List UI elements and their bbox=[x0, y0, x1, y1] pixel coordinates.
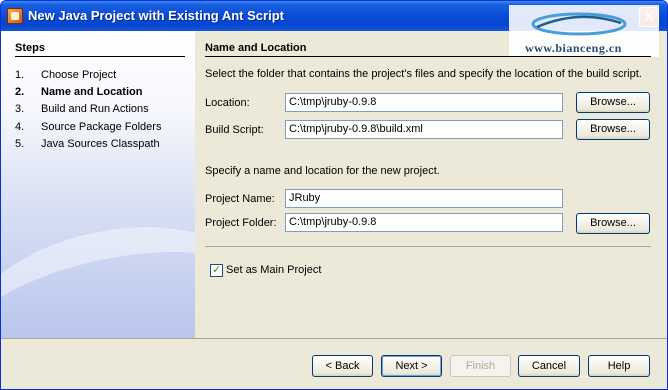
project-folder-label: Project Folder: bbox=[205, 217, 277, 229]
steps-heading: Steps bbox=[15, 42, 45, 54]
step-label: Java Sources Classpath bbox=[41, 138, 160, 150]
project-folder-browse-button[interactable]: Browse... bbox=[576, 213, 650, 234]
step-number: 2. bbox=[15, 86, 25, 98]
step-number: 1. bbox=[15, 69, 25, 81]
build-script-browse-button[interactable]: Browse... bbox=[576, 119, 650, 140]
project-name-field[interactable]: JRuby bbox=[285, 189, 563, 208]
java-cup-icon bbox=[7, 8, 23, 24]
step-label: Build and Run Actions bbox=[41, 103, 149, 115]
project-description-text: Specify a name and location for the new … bbox=[205, 165, 440, 177]
project-folder-field[interactable]: C:\tmp\jruby-0.9.8 bbox=[285, 213, 563, 232]
main-project-checkbox[interactable] bbox=[210, 263, 223, 277]
finish-button[interactable]: Finish bbox=[450, 355, 511, 377]
location-browse-button[interactable]: Browse... bbox=[576, 92, 650, 113]
cancel-button[interactable]: Cancel bbox=[518, 355, 580, 377]
window-title: New Java Project with Existing Ant Scrip… bbox=[28, 8, 284, 23]
back-button[interactable]: < Back bbox=[312, 355, 373, 377]
help-button[interactable]: Help bbox=[588, 355, 650, 377]
steps-divider bbox=[15, 56, 185, 57]
build-script-field[interactable]: C:\tmp\jruby-0.9.8\build.xml bbox=[285, 120, 563, 139]
location-field[interactable]: C:\tmp\jruby-0.9.8 bbox=[285, 93, 563, 112]
step-number: 4. bbox=[15, 121, 25, 133]
step-number: 3. bbox=[15, 103, 25, 115]
project-name-label: Project Name: bbox=[205, 193, 275, 205]
button-bar-divider bbox=[1, 338, 667, 339]
build-script-label: Build Script: bbox=[205, 124, 264, 136]
section-separator bbox=[205, 246, 651, 247]
location-label: Location: bbox=[205, 97, 250, 109]
panel-title: Name and Location bbox=[205, 42, 307, 54]
step-label: Choose Project bbox=[41, 69, 117, 81]
next-button[interactable]: Next > bbox=[381, 355, 442, 377]
description-text: Select the folder that contains the proj… bbox=[205, 68, 642, 80]
name-location-panel: Name and Location Select the folder that… bbox=[195, 31, 667, 338]
step-label: Source Package Folders bbox=[41, 121, 162, 133]
panel-divider bbox=[205, 56, 651, 57]
step-number: 5. bbox=[15, 138, 25, 150]
wizard-dialog: New Java Project with Existing Ant Scrip… bbox=[0, 0, 668, 390]
steps-panel: Steps 1. Choose Project 2. Name and Loca… bbox=[1, 31, 195, 338]
main-project-label[interactable]: Set as Main Project bbox=[226, 264, 321, 276]
step-label: Name and Location bbox=[41, 86, 143, 98]
